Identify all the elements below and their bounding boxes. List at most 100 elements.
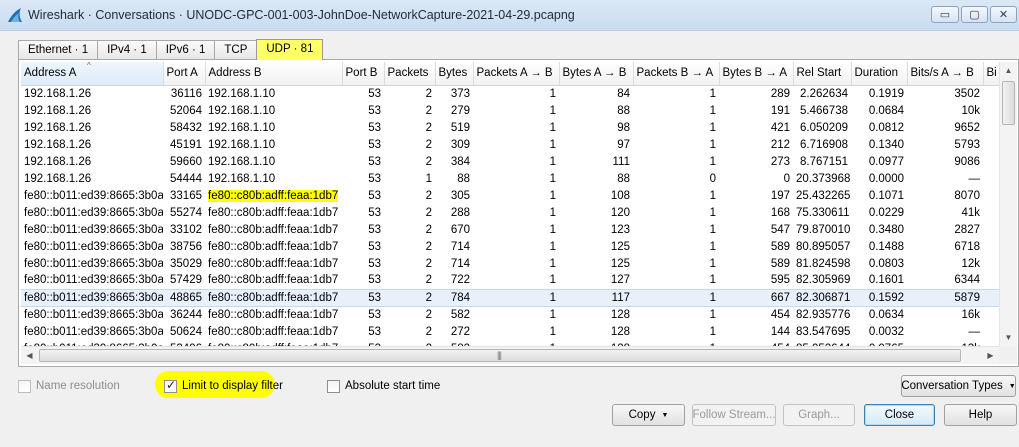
- table-cell: 192.168.1.10: [208, 155, 276, 168]
- scroll-grip-icon: |||: [497, 350, 502, 360]
- table-row[interactable]: fe80::b011:ed39:8665:3b0a 33102 fe80::c80b…: [21, 221, 999, 238]
- minimize-button[interactable]: ▭: [931, 6, 959, 23]
- table-cell: 1: [709, 121, 716, 134]
- copy-button[interactable]: Copy ▼: [612, 404, 685, 426]
- scroll-up-arrow-icon[interactable]: ▲: [1000, 62, 1017, 79]
- table-row[interactable]: fe80::b011:ed39:8665:3b0a 33165 fe80::c80b…: [21, 187, 999, 204]
- table-cell: 589: [770, 257, 790, 270]
- column-header[interactable]: Bits/s A → B: [907, 62, 984, 86]
- table-row[interactable]: fe80::b011:ed39:8665:3b0a 48865 fe80::c80b…: [21, 288, 999, 307]
- table-cell: 2: [384, 288, 435, 307]
- table-row[interactable]: 192.168.1.26 59660 192.168.1.10 53 2 384 1 111 1…: [21, 153, 999, 170]
- table-cell: 454: [770, 308, 790, 321]
- conversation-types-button[interactable]: Conversation Types ▼: [901, 375, 1016, 397]
- table-cell: 0: [709, 172, 716, 185]
- table-cell: 0.0634: [868, 308, 904, 321]
- table-cell: 9086: [954, 155, 980, 168]
- help-button[interactable]: Help: [944, 404, 1017, 426]
- horizontal-scrollbar[interactable]: ◀ ||| ▶: [21, 346, 999, 364]
- table-cell: 53: [342, 288, 384, 307]
- table-cell: 55274: [170, 206, 202, 219]
- tab-tcp[interactable]: TCP: [214, 40, 258, 60]
- conversations-table: Address A ^ Port A Address B Port B Packets By…: [21, 62, 999, 346]
- column-header[interactable]: Duration: [851, 62, 908, 86]
- scroll-down-arrow-icon[interactable]: ▼: [1000, 329, 1017, 346]
- table-cell: 1: [549, 274, 556, 287]
- table-row[interactable]: 192.168.1.26 58432 192.168.1.10 53 2 519 1 98 1 4…: [21, 119, 999, 136]
- column-header[interactable]: Port B: [342, 62, 385, 86]
- column-header[interactable]: Packets B → A: [633, 62, 720, 86]
- absolute-start-time-checkbox[interactable]: Absolute start time: [327, 378, 440, 394]
- table-row[interactable]: fe80::b011:ed39:8665:3b0a 36244 fe80::c80b…: [21, 306, 999, 323]
- table-cell: 1: [709, 189, 716, 202]
- table-row[interactable]: 192.168.1.26 52064 192.168.1.10 53 2 279 1 88 1 1…: [21, 102, 999, 119]
- table-cell: 8.767151: [800, 155, 848, 168]
- table-row[interactable]: 192.168.1.26 54444 192.168.1.10 53 1 88 1 88 0 0 2…: [21, 170, 999, 187]
- vertical-scroll-thumb[interactable]: [1002, 81, 1015, 125]
- table-cell: 192.168.1.10: [208, 104, 276, 117]
- scroll-right-arrow-icon[interactable]: ▶: [982, 347, 999, 364]
- table-row[interactable]: fe80::b011:ed39:8665:3b0a 35029 fe80::c80b…: [21, 255, 999, 272]
- table-row[interactable]: fe80::b011:ed39:8665:3b0a 57429 fe80::c80b…: [21, 272, 999, 289]
- table-row[interactable]: fe80::b011:ed39:8665:3b0a 38756 fe80::c80b…: [21, 238, 999, 255]
- vertical-scrollbar[interactable]: ▲ ▼: [999, 62, 1017, 346]
- table-cell: 2: [425, 308, 432, 321]
- table-cell: 53: [368, 172, 381, 185]
- conversations-table-view[interactable]: Address A ^ Port A Address B Port B Packets By…: [21, 62, 999, 346]
- maximize-button[interactable]: ▢: [961, 6, 988, 23]
- table-cell: 59660: [170, 155, 202, 168]
- table-cell: 272: [450, 325, 470, 338]
- table-cell: 0.0032: [868, 325, 904, 338]
- table-cell: 2: [425, 189, 432, 202]
- column-header[interactable]: Address B: [205, 62, 343, 86]
- table-cell: fe80::c80b:adff:feaa:1db7: [208, 257, 339, 270]
- table-row[interactable]: 192.168.1.26 45191 192.168.1.10 53 2 309 1 97 1 2…: [21, 136, 999, 153]
- table-cell: 1: [709, 257, 716, 270]
- table-row[interactable]: 192.168.1.26 36116 192.168.1.10 53 2 373 1 84 1 2…: [21, 85, 999, 102]
- table-row[interactable]: fe80::b011:ed39:8665:3b0a 50624 fe80::c80b…: [21, 323, 999, 340]
- table-cell: 53: [368, 257, 381, 270]
- table-cell: fe80::c80b:adff:feaa:1db7: [205, 187, 342, 204]
- close-button[interactable]: Close: [864, 404, 935, 426]
- column-header[interactable]: Address A ^: [21, 62, 164, 86]
- table-cell: 5879: [907, 288, 983, 307]
- scroll-left-arrow-icon[interactable]: ◀: [21, 347, 38, 364]
- table-cell: 6718: [954, 240, 980, 253]
- name-resolution-label: Name resolution: [36, 380, 120, 392]
- tab-udp[interactable]: UDP · 81: [256, 39, 324, 60]
- table-cell: 2: [425, 155, 432, 168]
- column-header[interactable]: Rel Start: [793, 62, 852, 86]
- horizontal-scroll-thumb[interactable]: |||: [39, 349, 961, 362]
- column-header[interactable]: Port A: [163, 62, 206, 86]
- table-cell: 0.1919: [868, 87, 904, 100]
- name-resolution-checkbox[interactable]: Name resolution: [18, 378, 120, 394]
- table-row[interactable]: fe80::b011:ed39:8665:3b0a 55274 fe80::c80b…: [21, 204, 999, 221]
- limit-to-display-filter-checkbox-box: ✓: [164, 378, 177, 393]
- table-cell: 53: [368, 189, 381, 202]
- tab-ipv4[interactable]: IPv4 · 1: [97, 40, 157, 60]
- column-header[interactable]: Bi: [983, 62, 999, 86]
- tab-ethernet[interactable]: Ethernet · 1: [18, 40, 99, 60]
- table-cell: 192.168.1.10: [208, 87, 276, 100]
- table-cell: fe80::c80b:adff:feaa:1db7: [208, 325, 339, 338]
- column-header[interactable]: Bytes: [435, 62, 474, 86]
- limit-to-display-filter-checkbox[interactable]: ✓ Limit to display filter: [164, 378, 283, 394]
- table-cell: 53: [368, 87, 381, 100]
- table-cell: 595: [770, 274, 790, 287]
- table-cell: [983, 288, 999, 307]
- follow-stream-button[interactable]: Follow Stream...: [692, 404, 776, 426]
- column-header[interactable]: Bytes B → A: [719, 62, 794, 86]
- table-cell: 288: [450, 206, 470, 219]
- column-header[interactable]: Packets: [384, 62, 436, 86]
- tab-ipv6[interactable]: IPv6 · 1: [155, 40, 216, 60]
- column-header[interactable]: Packets A → B: [473, 62, 560, 86]
- table-cell: 1: [709, 87, 716, 100]
- column-header[interactable]: Bytes A → B: [559, 62, 634, 86]
- table-cell: 784: [435, 288, 473, 307]
- close-window-button[interactable]: ✕: [990, 6, 1017, 23]
- table-cell: 192.168.1.26: [24, 121, 92, 134]
- table-cell: 192.168.1.26: [24, 155, 92, 168]
- graph-button[interactable]: Graph...: [783, 404, 855, 426]
- table-cell: 0.0812: [868, 121, 904, 134]
- table-cell: 8070: [954, 189, 980, 202]
